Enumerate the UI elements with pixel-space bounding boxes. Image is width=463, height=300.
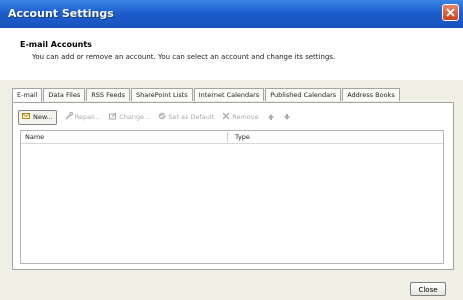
account-toolbar: New... Repair... Change... Set as Defaul… [18,109,299,125]
window-title: Account Settings [8,7,114,20]
repair-button[interactable]: Repair... [65,111,101,124]
title-bar[interactable]: Account Settings [0,0,463,28]
repair-icon [65,112,73,122]
change-icon [109,112,117,122]
column-header-type[interactable]: Type [235,133,250,141]
set-as-default-label: Set as Default [168,113,215,121]
tab-data-files[interactable]: Data Files [43,88,86,101]
check-circle-icon [158,112,166,122]
account-settings-window: Account Settings E-mail Accounts You can… [0,0,463,300]
list-header: Name Type [21,131,443,144]
change-label: Change... [119,113,151,121]
tab-rss-feeds[interactable]: RSS Feeds [86,88,130,101]
close-button[interactable]: Close [410,282,446,296]
move-up-button[interactable] [267,111,275,124]
new-account-button[interactable]: New... [18,109,57,125]
header-title: E-mail Accounts [20,40,92,49]
arrow-up-icon [267,114,274,120]
remove-label: Remove [232,113,259,121]
header-subtitle: You can add or remove an account. You ca… [32,53,336,61]
tab-sharepoint-lists[interactable]: SharePoint Lists [130,88,193,101]
remove-button[interactable]: Remove [222,111,259,124]
new-account-label: New... [33,113,53,121]
window-close-button[interactable] [442,4,459,21]
tab-address-books[interactable]: Address Books [342,88,400,101]
change-button[interactable]: Change... [109,111,150,124]
tab-email[interactable]: E-mail [12,88,43,102]
column-header-name[interactable]: Name [25,133,44,141]
dialog-header: E-mail Accounts You can add or remove an… [0,28,463,80]
tab-strip: E-mail Data Files RSS Feeds SharePoint L… [12,88,401,102]
new-account-icon [22,112,31,122]
column-divider[interactable] [227,132,228,142]
close-icon [446,8,455,17]
arrow-down-icon [283,114,290,120]
repair-label: Repair... [74,113,102,121]
tab-published-calendars[interactable]: Published Calendars [265,88,342,101]
set-as-default-button[interactable]: Set as Default [158,111,214,124]
move-down-button[interactable] [283,111,291,124]
accounts-list[interactable]: Name Type [20,130,444,264]
tab-internet-calendars[interactable]: Internet Calendars [193,88,265,101]
remove-x-icon [222,112,230,122]
